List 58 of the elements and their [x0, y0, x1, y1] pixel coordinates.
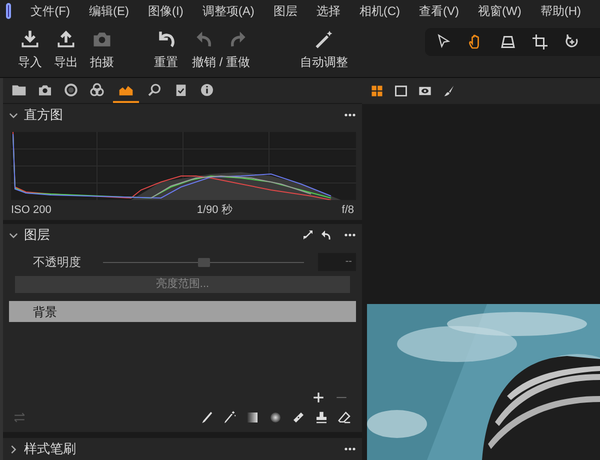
- toolbar-button[interactable]: 重置: [154, 28, 178, 71]
- square-icon: [394, 84, 408, 98]
- iso-label: ISO 200: [11, 202, 52, 218]
- viewer-tab[interactable]: [370, 84, 384, 98]
- menu-item[interactable]: 编辑(E): [89, 2, 129, 20]
- aperture-label: f/8: [342, 202, 354, 218]
- section-title: 样式笔刷: [24, 440, 76, 458]
- menu-item[interactable]: 帮助(H): [540, 2, 581, 20]
- crop-icon: [531, 33, 549, 51]
- viewer-tab[interactable]: [418, 84, 432, 98]
- opacity-label: 不透明度: [33, 254, 82, 271]
- brush-icon: [442, 84, 456, 98]
- more-icon[interactable]: [344, 447, 356, 451]
- toolbar-button[interactable]: 导出: [54, 28, 78, 71]
- circle-icon: [63, 82, 79, 98]
- toolbar-button[interactable]: 导入: [18, 28, 42, 71]
- toolbar-button[interactable]: 自动调整: [300, 28, 348, 71]
- section-title: 图层: [24, 226, 50, 244]
- menu-item[interactable]: 调整项(A): [202, 2, 254, 20]
- menu-item[interactable]: 相机(C): [359, 2, 400, 20]
- chevron-down-icon[interactable]: [9, 230, 18, 240]
- magic-brush-icon[interactable]: [222, 410, 237, 424]
- opacity-field[interactable]: --: [318, 253, 356, 271]
- add-icon[interactable]: [312, 391, 325, 404]
- chevron-down-icon[interactable]: [9, 110, 18, 120]
- eye-icon: [418, 84, 432, 98]
- viewer-tab[interactable]: [442, 84, 456, 98]
- layer-row[interactable]: 背景: [9, 301, 356, 322]
- download-icon: [19, 28, 41, 50]
- more-icon[interactable]: [344, 113, 356, 117]
- menu-item[interactable]: 视窗(W): [478, 2, 522, 20]
- radial-gradient-icon[interactable]: [268, 410, 283, 424]
- menu-item[interactable]: 查看(V): [419, 2, 459, 20]
- linear-gradient-icon[interactable]: [245, 410, 260, 424]
- menu-item[interactable]: 文件(F): [30, 2, 70, 20]
- slider-thumb[interactable]: [198, 258, 210, 266]
- section-title: 直方图: [24, 106, 63, 124]
- more-icon[interactable]: [344, 233, 356, 237]
- shutter-label: 1/90 秒: [196, 202, 232, 218]
- rings-icon: [89, 82, 105, 98]
- trapezoid-icon: [499, 33, 517, 51]
- upload-icon: [55, 28, 77, 50]
- viewer-tab[interactable]: [394, 84, 408, 98]
- menu-item[interactable]: 图层: [273, 2, 298, 20]
- tool-button[interactable]: [499, 33, 517, 51]
- info-icon: [199, 82, 215, 98]
- stamp-icon[interactable]: [314, 410, 329, 424]
- grid-icon: [370, 84, 384, 98]
- bandage-icon[interactable]: [291, 410, 306, 424]
- search-icon: [147, 82, 163, 98]
- menu-item[interactable]: 选择: [316, 2, 340, 20]
- chevron-right-icon[interactable]: [9, 444, 18, 454]
- undo-icon[interactable]: [320, 229, 332, 241]
- eraser-icon[interactable]: [337, 410, 352, 424]
- tool-button[interactable]: [531, 33, 549, 51]
- expand-icon[interactable]: [302, 229, 314, 241]
- app-logo: [6, 3, 11, 19]
- menu-item[interactable]: 图像(I): [148, 2, 184, 20]
